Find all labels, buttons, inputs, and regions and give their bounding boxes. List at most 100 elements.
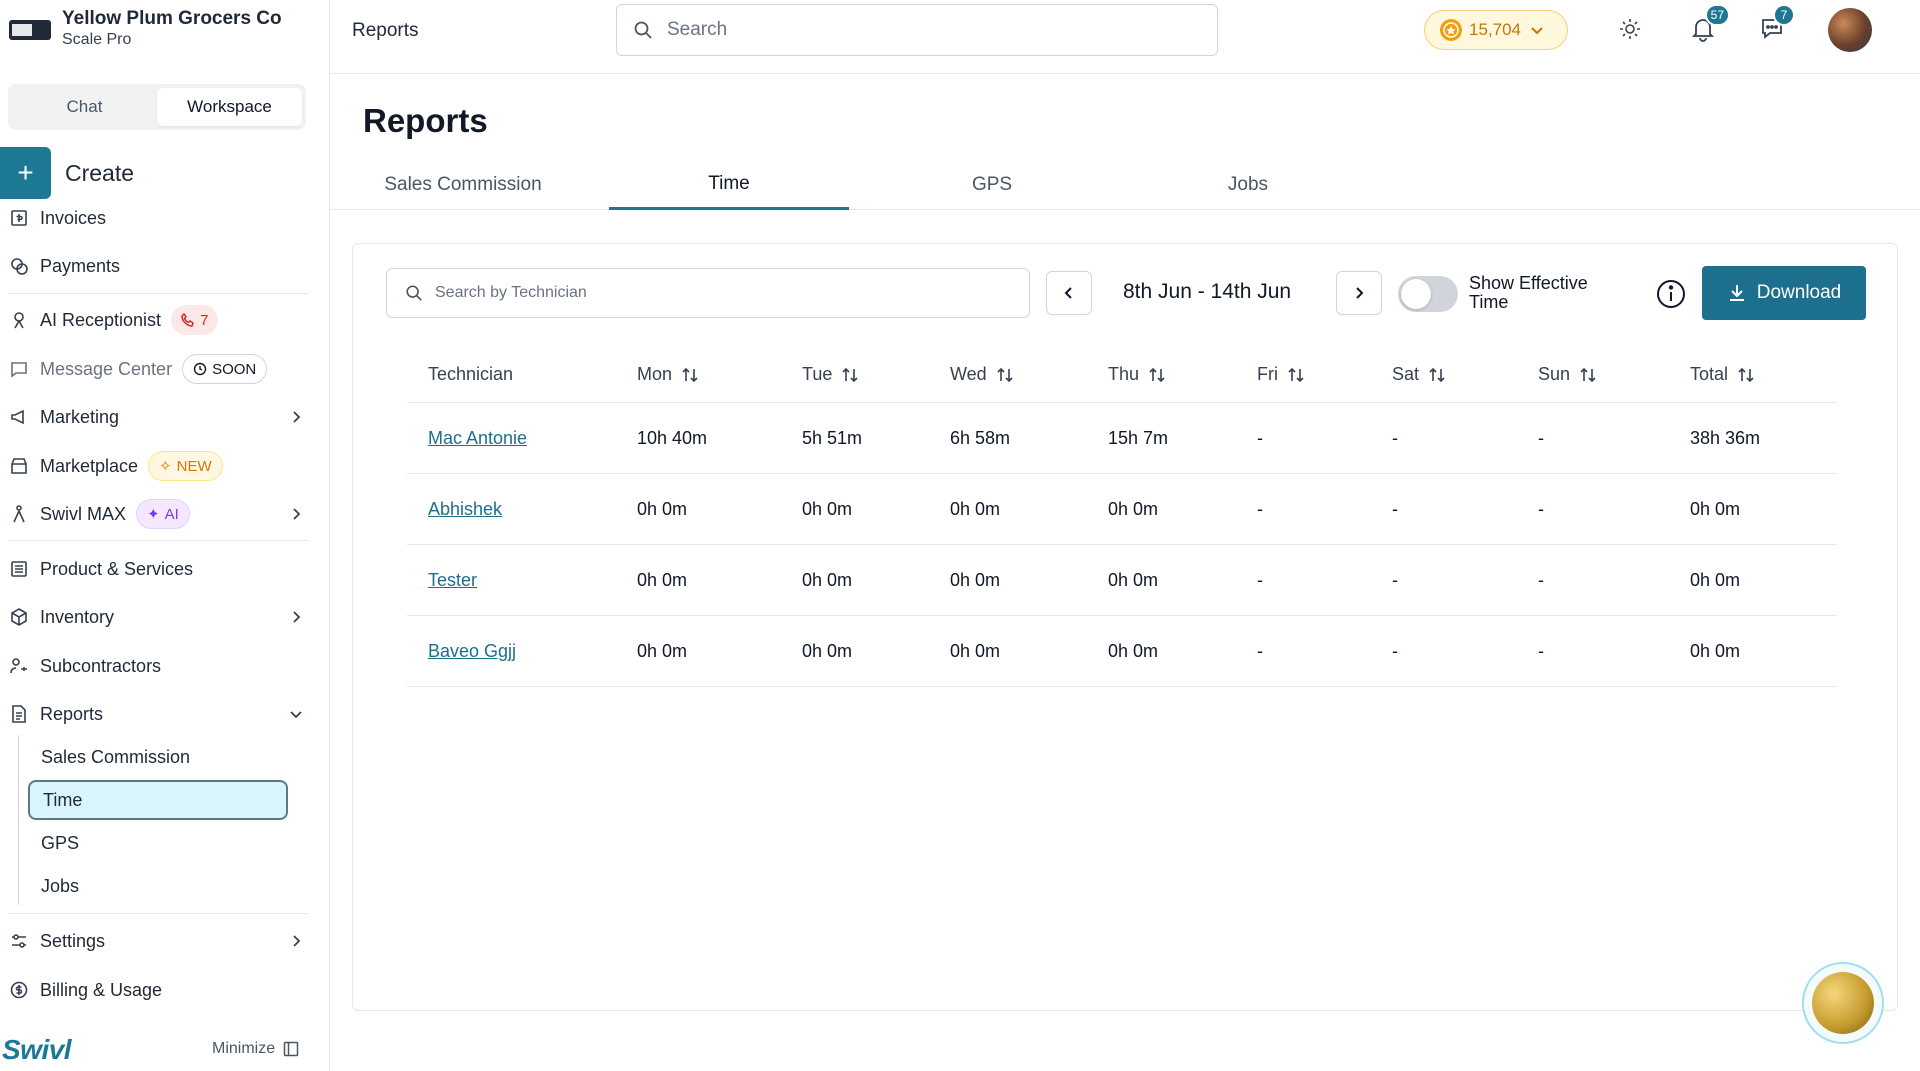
- sidebar-item-label: Payments: [40, 255, 121, 276]
- table-cell: 6h 58m: [950, 427, 1011, 448]
- sidebar-item-label: AI Receptionist: [40, 309, 162, 330]
- notifications-count: 57: [1704, 4, 1730, 26]
- chevron-left-icon: [1064, 287, 1072, 299]
- column-header-sat[interactable]: Sat: [1392, 347, 1446, 402]
- table-cell: 0h 0m: [950, 569, 1001, 590]
- theme-toggle[interactable]: [1613, 12, 1647, 46]
- table-row: Tester 0h 0m 0h 0m 0h 0m 0h 0m - - - 0h …: [407, 545, 1837, 616]
- sidebar-item-label: Inventory: [40, 606, 115, 627]
- sidebar-item-marketing[interactable]: Marketing: [8, 397, 308, 437]
- message-icon: [8, 358, 30, 380]
- sidebar-item-inventory[interactable]: Inventory: [8, 597, 308, 637]
- technician-link[interactable]: Mac Antonie: [428, 428, 527, 449]
- table-cell: -: [1392, 498, 1398, 519]
- org-plan: Scale Pro: [62, 31, 132, 48]
- report-icon: [8, 703, 30, 725]
- invoice-icon: [8, 207, 30, 229]
- minimize-button[interactable]: Minimize: [212, 1040, 299, 1058]
- calls-count: 7: [200, 311, 209, 329]
- info-icon[interactable]: [1655, 278, 1687, 310]
- coins-balance[interactable]: 15,704: [1424, 10, 1568, 50]
- column-label: Sun: [1538, 364, 1571, 384]
- tab-time[interactable]: Time: [609, 160, 849, 210]
- avatar[interactable]: [1828, 8, 1872, 52]
- sidebar-item-reports[interactable]: Reports: [8, 694, 308, 734]
- sidebar-subitem-time[interactable]: Time: [28, 780, 288, 820]
- next-week-button[interactable]: [1336, 271, 1382, 315]
- swivl-logo: Swivl: [2, 1034, 72, 1065]
- table-cell: -: [1538, 640, 1544, 661]
- coins-icon: [8, 255, 30, 277]
- table-cell: -: [1257, 427, 1263, 448]
- notifications-button[interactable]: 57: [1686, 4, 1730, 46]
- tab-chat[interactable]: Chat: [12, 88, 157, 126]
- download-button[interactable]: Download: [1702, 266, 1866, 320]
- table-cell: 5h 51m: [802, 427, 863, 448]
- sun-icon: [1620, 19, 1640, 39]
- table-cell: -: [1538, 427, 1544, 448]
- sidebar-item-payments[interactable]: Payments: [8, 246, 308, 286]
- column-header-tue[interactable]: Tue: [802, 347, 859, 402]
- download-icon: [1729, 285, 1744, 301]
- org-switcher[interactable]: Yellow Plum Grocers Co Scale Pro: [8, 8, 282, 50]
- sort-icon: [842, 367, 858, 382]
- column-header-wed[interactable]: Wed: [950, 347, 1014, 402]
- chevron-right-icon: [293, 508, 301, 520]
- tab-sales-commission[interactable]: Sales Commission: [358, 160, 568, 210]
- sidebar-subitem-jobs[interactable]: Jobs: [28, 866, 288, 906]
- column-label: Mon: [637, 364, 673, 384]
- table-cell: 0h 0m: [802, 569, 853, 590]
- sidebar-item-billing[interactable]: Billing & Usage: [8, 970, 308, 1010]
- table-header-row: Technician Mon Tue Wed Thu Fri Sat Sun T…: [407, 347, 1837, 403]
- technician-search-input[interactable]: Search by Technician: [386, 268, 1030, 318]
- sidebar-item-ai-receptionist[interactable]: AI Receptionist 7: [8, 300, 308, 340]
- time-table: Technician Mon Tue Wed Thu Fri Sat Sun T…: [407, 347, 1837, 687]
- report-tabs: Sales Commission Time GPS Jobs: [330, 160, 1920, 210]
- person-walk-icon: [8, 503, 30, 525]
- table-cell: 15h 7m: [1108, 427, 1169, 448]
- table-cell: 10h 40m: [637, 427, 708, 448]
- sidebar-item-settings[interactable]: Settings: [8, 921, 308, 961]
- sidebar-item-marketplace[interactable]: Marketplace ✧ NEW: [8, 446, 308, 486]
- column-header-mon[interactable]: Mon: [637, 347, 699, 402]
- column-header-thu[interactable]: Thu: [1108, 347, 1166, 402]
- sidebar-item-label: Reports: [40, 703, 104, 724]
- column-header-technician: Technician: [428, 347, 513, 402]
- table-row: Mac Antonie 10h 40m 5h 51m 6h 58m 15h 7m…: [407, 403, 1837, 474]
- chevron-down-icon: [1531, 27, 1543, 35]
- table-cell: 0h 0m: [1690, 640, 1741, 661]
- create-button[interactable]: + Create: [0, 147, 134, 199]
- assistant-button[interactable]: [1802, 962, 1884, 1044]
- org-name: Yellow Plum Grocers Co: [62, 8, 282, 29]
- column-label: Tue: [802, 364, 833, 384]
- effective-time-toggle[interactable]: [1398, 276, 1458, 312]
- list-icon: [8, 558, 30, 580]
- page-title: Reports: [363, 102, 488, 139]
- tab-workspace[interactable]: Workspace: [157, 88, 302, 126]
- chevron-right-icon: [1356, 287, 1364, 299]
- sidebar-item-swivl-max[interactable]: Swivl MAX ✦ AI: [8, 494, 308, 534]
- tab-gps[interactable]: GPS: [912, 160, 1072, 210]
- sparkle-icon: ✧: [159, 458, 172, 475]
- technician-link[interactable]: Baveo Ggjj: [428, 641, 516, 662]
- sidebar-item-invoices[interactable]: Invoices: [8, 198, 308, 238]
- table-cell: 0h 0m: [637, 569, 688, 590]
- column-header-fri[interactable]: Fri: [1257, 347, 1305, 402]
- sidebar-item-message-center[interactable]: Message Center SOON: [8, 349, 308, 389]
- global-search-input[interactable]: Search: [616, 4, 1218, 56]
- technician-link[interactable]: Abhishek: [428, 499, 502, 520]
- sidebar-item-subcontractors[interactable]: Subcontractors: [8, 646, 308, 686]
- previous-week-button[interactable]: [1046, 271, 1092, 315]
- sort-icon: [1288, 367, 1304, 382]
- sidebar-item-products[interactable]: Product & Services: [8, 549, 308, 589]
- user-key-icon: [8, 655, 30, 677]
- tab-jobs[interactable]: Jobs: [1168, 160, 1328, 210]
- column-header-total[interactable]: Total: [1690, 347, 1755, 402]
- dollar-circle-icon: [8, 979, 30, 1001]
- column-header-sun[interactable]: Sun: [1538, 347, 1597, 402]
- sidebar-subitem-sales-commission[interactable]: Sales Commission: [28, 737, 288, 777]
- sidebar-subitem-gps[interactable]: GPS: [28, 823, 288, 863]
- messages-button[interactable]: 7: [1755, 4, 1795, 46]
- sidebar-item-label: Subcontractors: [40, 655, 162, 676]
- technician-link[interactable]: Tester: [428, 570, 477, 591]
